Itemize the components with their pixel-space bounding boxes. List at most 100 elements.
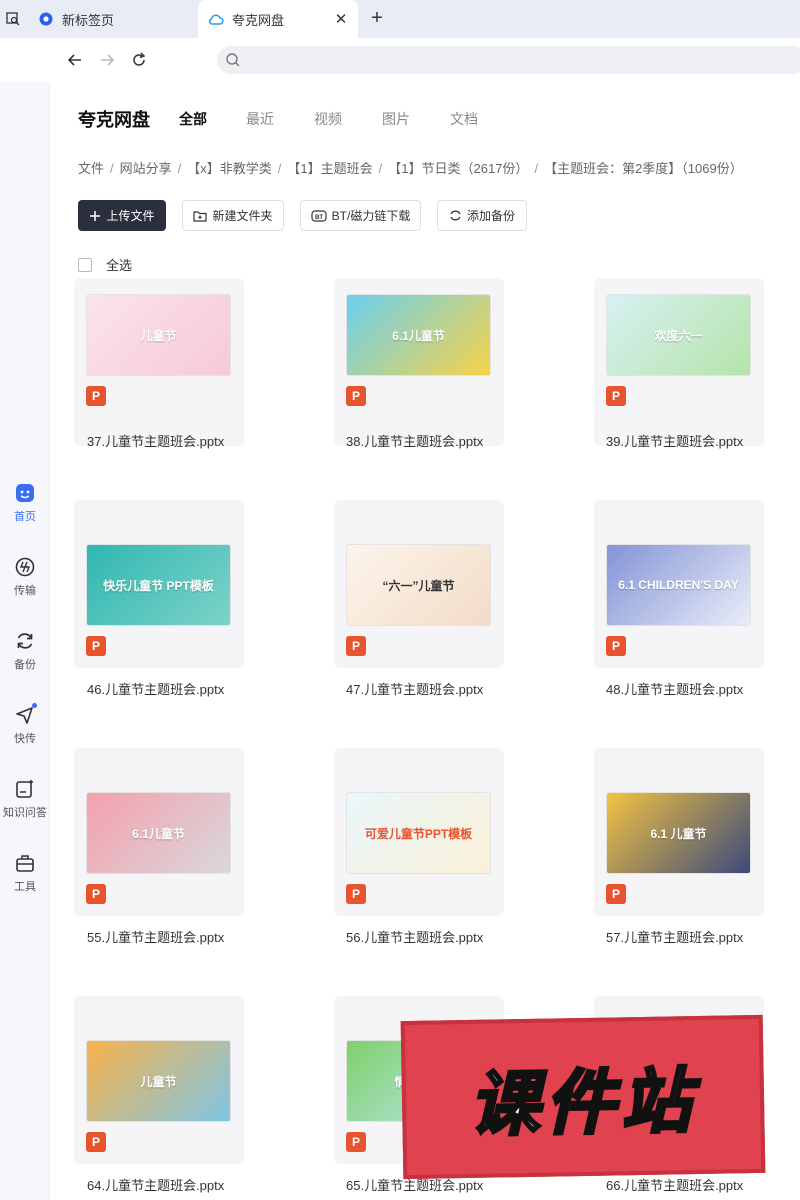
file-thumbnail: “六一”儿童节 [346,544,491,626]
left-rail: 首页 传输 备份 快传 知识问答 工具 [0,82,50,1200]
ppt-file-icon: P [606,636,626,656]
select-all[interactable]: 全选 [78,255,132,274]
ppt-file-icon: P [86,386,106,406]
rail-item-home[interactable]: 首页 [0,482,50,542]
thumbnail-title: 6.1 CHILDREN'S DAY [618,578,739,592]
file-thumbnail: 快乐儿童节 PPT模板 [86,544,231,626]
rail-item-backup[interactable]: 备份 [0,630,50,690]
address-bar[interactable] [217,46,800,74]
breadcrumb-item[interactable]: 网站分享 [120,158,172,177]
svg-text:BT: BT [315,215,323,221]
file-thumbnail: 6.1儿童节 [346,294,491,376]
bt-icon: BT [311,209,327,222]
browser-tab-newtab[interactable]: 新标签页 [28,0,196,38]
ppt-file-icon: P [606,386,626,406]
upload-button[interactable]: 上传文件 [78,200,166,231]
file-card[interactable]: 欢度六一 P [594,278,764,446]
file-card[interactable]: 儿童节 P [74,278,244,446]
tools-icon [14,852,36,874]
breadcrumb-item-current[interactable]: 【主题班会：第2季度】（1069份） [544,158,743,177]
file-card[interactable]: 6.1儿童节 P [74,748,244,916]
tab-title: 新标签页 [62,12,115,28]
add-backup-button[interactable]: 添加备份 [437,200,527,231]
ppt-file-icon: P [346,386,366,406]
thumbnail-title: 欢度六一 [654,328,703,343]
file-card[interactable]: “六一”儿童节 P [334,500,504,668]
bt-download-button[interactable]: BT BT/磁力链下载 [300,200,421,231]
ppt-file-icon: P [346,884,366,904]
file-thumbnail: 6.1 CHILDREN'S DAY [606,544,751,626]
close-tab-icon[interactable]: ✕ [332,10,350,28]
file-name[interactable]: 64.儿童节主题班会.pptx [87,1175,287,1194]
breadcrumb-separator: / [378,161,383,176]
file-name[interactable]: 39.儿童节主题班会.pptx [606,431,800,450]
new-tab-button[interactable]: + [366,8,388,30]
file-thumbnail: 可爱儿童节PPT模板 [346,792,491,874]
file-card[interactable]: 6.1儿童节 P [334,278,504,446]
tab-images[interactable]: 图片 [382,109,410,129]
file-name[interactable]: 37.儿童节主题班会.pptx [87,431,287,450]
backup-icon [449,209,462,222]
file-name[interactable]: 57.儿童节主题班会.pptx [606,927,800,946]
file-thumbnail: 儿童节 [86,294,231,376]
file-card[interactable]: 快乐儿童节 PPT模板 P [74,500,244,668]
breadcrumb-separator: / [177,161,182,176]
thumbnail-title: 6.1 儿童节 [650,826,707,841]
file-card[interactable]: 可爱儿童节PPT模板 P [334,748,504,916]
app-brand: 夸克网盘 [78,110,150,130]
new-folder-button[interactable]: 新建文件夹 [182,200,284,231]
file-name[interactable]: 48.儿童节主题班会.pptx [606,679,800,698]
file-card[interactable]: 6.1 CHILDREN'S DAY P [594,500,764,668]
rail-item-quick-send[interactable]: 快传 [0,703,50,764]
rail-item-transfer[interactable]: 传输 [0,556,50,616]
tab-search-icon[interactable] [0,0,26,38]
file-name[interactable]: 46.儿童节主题班会.pptx [87,679,287,698]
ppt-file-icon: P [346,1132,366,1152]
backup-icon [14,630,36,652]
rail-label: 传输 [14,585,36,597]
tab-documents[interactable]: 文档 [450,109,478,129]
breadcrumb: 文件 / 网站分享 / 【x】非教学类 / 【1】主题班会 / 【1】节日类（2617份） / 【主… [78,158,800,177]
watermark-stamp: 课件站 [400,1014,766,1180]
rail-label: 备份 [14,659,36,671]
file-card[interactable]: 6.1 儿童节 P [594,748,764,916]
ppt-file-icon: P [86,1132,106,1152]
browser-tab-quark-drive[interactable]: 夸克网盘 ✕ [198,0,358,38]
breadcrumb-item[interactable]: 文件 [78,158,104,177]
thumbnail-title: 快乐儿童节 PPT模板 [103,578,214,593]
notification-dot [32,703,37,708]
thumbnail-title: 可爱儿童节PPT模板 [364,826,473,841]
file-thumbnail: 欢度六一 [606,294,751,376]
file-name[interactable]: 55.儿童节主题班会.pptx [87,927,287,946]
back-arrow-icon[interactable] [64,49,86,71]
reload-icon[interactable] [128,49,150,71]
file-card[interactable]: 儿童节 P [74,996,244,1164]
file-name[interactable]: 66.儿童节主题班会.pptx [606,1175,800,1194]
breadcrumb-item[interactable]: 【1】节日类（2617份） [388,158,528,177]
rail-item-qa[interactable]: 知识问答 [0,778,50,838]
ppt-file-icon: P [606,884,626,904]
cloud-icon [208,11,224,27]
file-name[interactable]: 56.儿童节主题班会.pptx [346,927,546,946]
file-name[interactable]: 38.儿童节主题班会.pptx [346,431,546,450]
rail-item-tools[interactable]: 工具 [0,852,50,912]
quick-send-icon [14,703,37,726]
bt-download-label: BT/磁力链下载 [331,209,411,223]
rail-label: 工具 [14,881,36,893]
breadcrumb-separator: / [534,161,539,176]
rail-label: 知识问答 [3,807,47,819]
new-folder-label: 新建文件夹 [212,209,273,223]
forward-arrow-icon[interactable] [96,49,118,71]
breadcrumb-item[interactable]: 【1】主题班会 [287,158,372,177]
select-all-label: 全选 [106,258,133,273]
breadcrumb-separator: / [277,161,282,176]
tab-recent[interactable]: 最近 [246,109,274,129]
tab-all[interactable]: 全部 [179,109,207,129]
ppt-file-icon: P [86,884,106,904]
thumbnail-title: 6.1儿童节 [392,328,445,343]
breadcrumb-item[interactable]: 【x】非教学类 [187,158,272,177]
upload-label: 上传文件 [106,209,155,223]
file-name[interactable]: 47.儿童节主题班会.pptx [346,679,546,698]
select-all-checkbox[interactable] [78,257,92,272]
tab-video[interactable]: 视频 [314,109,342,129]
